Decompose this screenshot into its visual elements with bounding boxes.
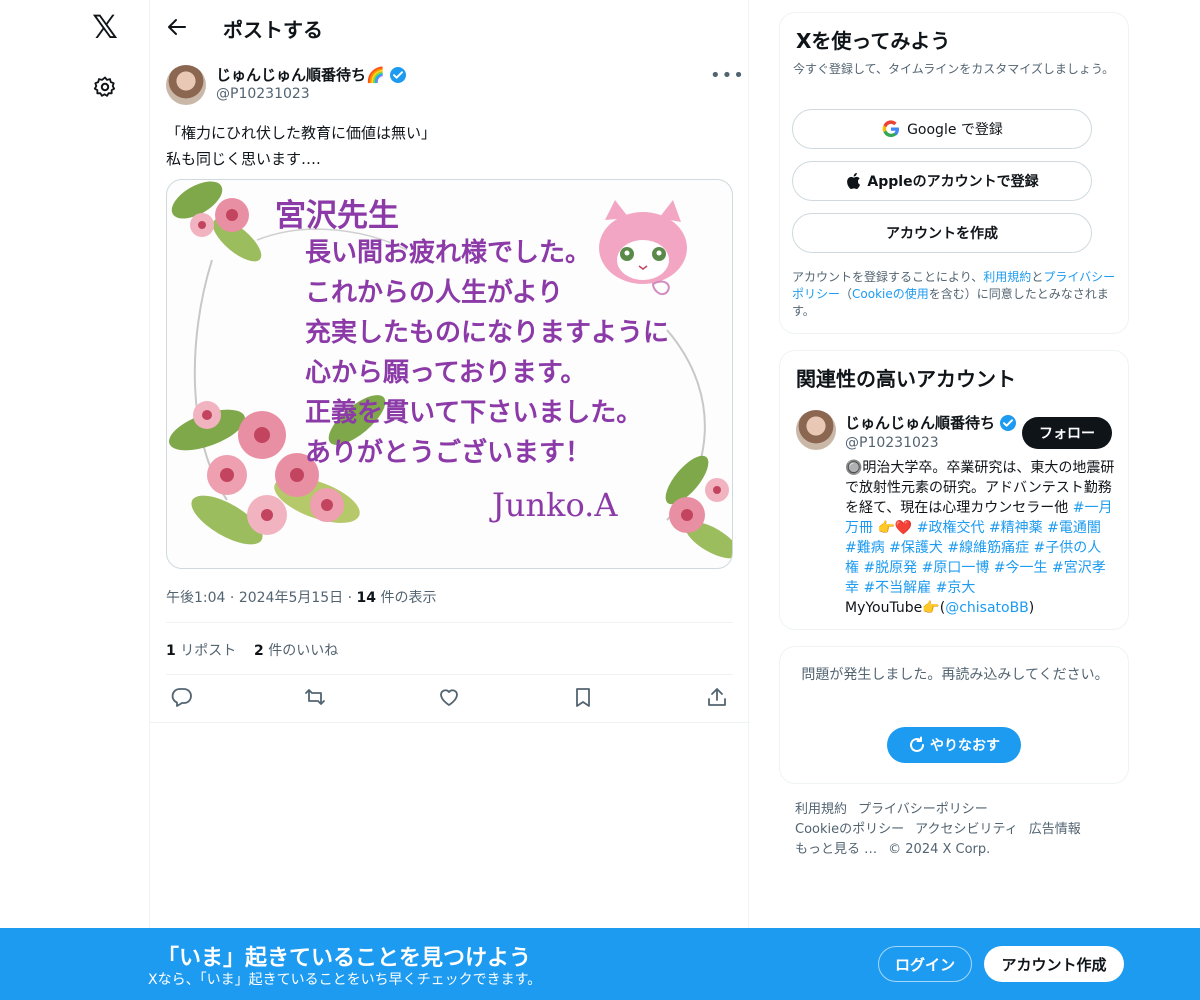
image-text-heading: 宮沢先生 bbox=[275, 198, 399, 234]
verified-badge-icon bbox=[389, 66, 407, 84]
post-date[interactable]: 2024年5月15日 bbox=[239, 590, 343, 606]
image-text-line: 長い間お疲れ様でした。 bbox=[305, 238, 592, 268]
legal-text: アカウントを登録することにより、 bbox=[792, 270, 984, 284]
signup-legal-text: アカウントを登録することにより、利用規約とプライバシーポリシー（Cookieの使… bbox=[792, 269, 1122, 320]
back-arrow-icon[interactable] bbox=[166, 16, 188, 38]
image-text-line: 正義を貫いて下さいました。 bbox=[305, 398, 643, 428]
related-accounts-box: 関連性の高いアカウント じゅんじゅん順番待ち @P10231023 フォロー 🔘… bbox=[779, 350, 1129, 630]
post-actions bbox=[166, 686, 733, 712]
legal-text: と bbox=[1031, 270, 1044, 284]
like-heart-icon[interactable] bbox=[438, 686, 460, 708]
left-nav: 𝕏 bbox=[0, 0, 150, 1000]
footer-link[interactable]: もっと見る … bbox=[795, 842, 877, 857]
footer-link[interactable]: Cookieのポリシー bbox=[795, 822, 904, 837]
author-name[interactable]: じゅんじゅん順番待ち🌈 bbox=[216, 64, 407, 85]
likes-label[interactable]: 件のいいね bbox=[268, 643, 338, 659]
retry-button[interactable]: やりなおす bbox=[887, 727, 1021, 763]
x-logo-icon[interactable]: 𝕏 bbox=[90, 11, 120, 43]
author-avatar[interactable] bbox=[166, 65, 206, 105]
bottom-bar-title: 「いま」起きていることを見つけよう bbox=[157, 946, 532, 971]
post-text-line: 私も同じく思います…. bbox=[166, 150, 321, 168]
google-signup-button[interactable]: Google で登録 bbox=[792, 109, 1092, 149]
post-stats: 1 リポスト 2 件のいいね bbox=[166, 640, 338, 660]
views-count: 14 bbox=[356, 590, 377, 606]
login-button[interactable]: ログイン bbox=[878, 946, 972, 982]
image-text-line: ありがとうございます！ bbox=[305, 438, 592, 468]
apple-signup-button[interactable]: Appleのアカウントで登録 bbox=[792, 161, 1092, 201]
verified-badge-icon bbox=[1000, 414, 1017, 431]
footer-links: 利用規約 プライバシーポリシー Cookieのポリシー アクセシビリティ 広告情報 も… bbox=[795, 800, 1125, 860]
error-box: 問題が発生しました。再読み込みしてください。 やりなおす bbox=[779, 646, 1129, 784]
divider bbox=[166, 674, 733, 675]
post-meta: 午後1:04 · 2024年5月15日 · 14 件の表示 bbox=[166, 590, 437, 606]
signup-button[interactable]: アカウント作成 bbox=[984, 946, 1124, 982]
footer-link[interactable]: アクセシビリティ bbox=[915, 822, 1018, 837]
likes-count[interactable]: 2 bbox=[254, 643, 264, 659]
signup-title: Xを使ってみよう bbox=[796, 29, 951, 53]
retry-label: やりなおす bbox=[930, 738, 1000, 754]
reposts-count[interactable]: 1 bbox=[166, 643, 176, 659]
terms-link[interactable]: 利用規約 bbox=[983, 270, 1031, 284]
error-message: 問題が発生しました。再読み込みしてください。 bbox=[801, 667, 1109, 683]
related-avatar[interactable] bbox=[796, 410, 836, 450]
related-name-text[interactable]: じゅんじゅん順番待ち bbox=[845, 412, 995, 433]
reply-icon[interactable] bbox=[171, 686, 193, 708]
more-options-icon[interactable]: ••• bbox=[710, 65, 745, 86]
bookmark-icon[interactable] bbox=[572, 686, 594, 708]
apple-icon bbox=[847, 172, 861, 189]
image-text-line: 心から願っております。 bbox=[305, 358, 587, 388]
refresh-icon bbox=[910, 736, 924, 752]
create-account-button[interactable]: アカウントを作成 bbox=[792, 213, 1092, 253]
signup-box: Xを使ってみよう 今すぐ登録して、タイムラインをカスタマイズしましょう。 Goo… bbox=[779, 12, 1129, 334]
footer-link[interactable]: プライバシーポリシー bbox=[858, 802, 988, 817]
reposts-label[interactable]: リポスト bbox=[180, 643, 236, 659]
post-text-line: 「権力にひれ伏した教育に価値は無い」 bbox=[166, 124, 437, 142]
apple-signup-label: Appleのアカウントで登録 bbox=[867, 174, 1039, 190]
footer-link[interactable]: 利用規約 bbox=[795, 802, 847, 817]
footer-link[interactable]: 広告情報 bbox=[1029, 822, 1081, 837]
post-time[interactable]: 午後1:04 bbox=[166, 590, 225, 606]
post-image[interactable]: 宮沢先生 長い間お疲れ様でした。 これからの人生がより 充実したものになりますよ… bbox=[166, 179, 733, 569]
image-signature: Junko.A bbox=[492, 486, 618, 524]
views-label: 件の表示 bbox=[380, 590, 437, 606]
image-text-line: 充実したものになりますように bbox=[305, 318, 670, 348]
related-bio: 🔘明治大学卒。卒業研究は、東大の地震研で放射性元素の研究。アドバンテスト勤務を経… bbox=[845, 458, 1115, 618]
related-name[interactable]: じゅんじゅん順番待ち bbox=[845, 412, 1017, 433]
image-text-line: これからの人生がより bbox=[305, 278, 564, 308]
bio-text: MyYouTube👉( bbox=[845, 600, 946, 616]
settings-gear-icon[interactable] bbox=[93, 75, 117, 99]
divider bbox=[150, 722, 750, 723]
bio-text: ) bbox=[1028, 600, 1035, 616]
divider bbox=[166, 622, 733, 623]
related-handle[interactable]: @P10231023 bbox=[845, 435, 939, 451]
google-signup-label: Google で登録 bbox=[907, 122, 1003, 138]
create-account-label: アカウントを作成 bbox=[886, 226, 998, 242]
bottom-signup-bar: 「いま」起きていることを見つけよう Xなら、「いま」起きていることをいち早くチェ… bbox=[0, 928, 1200, 1000]
page-header: ポストする bbox=[150, 0, 750, 53]
related-title: 関連性の高いアカウント bbox=[796, 367, 1016, 391]
signup-subtitle: 今すぐ登録して、タイムラインをカスタマイズしましょう。 bbox=[793, 62, 1115, 76]
post-text: 「権力にひれ伏した教育に価値は無い」 私も同じく思います…. bbox=[166, 120, 436, 172]
legal-text: （ bbox=[840, 287, 853, 301]
repost-icon[interactable] bbox=[304, 686, 326, 708]
google-icon bbox=[882, 120, 900, 138]
bio-mention-link[interactable]: @chisatoBB bbox=[945, 600, 1029, 616]
cookie-link[interactable]: Cookieの使用 bbox=[852, 287, 929, 301]
bottom-bar-subtitle: Xなら、「いま」起きていることをいち早くチェックできます。 bbox=[148, 972, 542, 988]
author-handle[interactable]: @P10231023 bbox=[216, 86, 310, 102]
author-name-text[interactable]: じゅんじゅん順番待ち🌈 bbox=[216, 64, 385, 85]
share-icon[interactable] bbox=[706, 686, 728, 708]
page-title: ポストする bbox=[223, 18, 323, 42]
copyright: © 2024 X Corp. bbox=[888, 842, 991, 857]
follow-button[interactable]: フォロー bbox=[1022, 417, 1112, 449]
main-column: ポストする じゅんじゅん順番待ち🌈 @P10231023 ••• 「権力にひれ伏… bbox=[149, 0, 750, 1000]
